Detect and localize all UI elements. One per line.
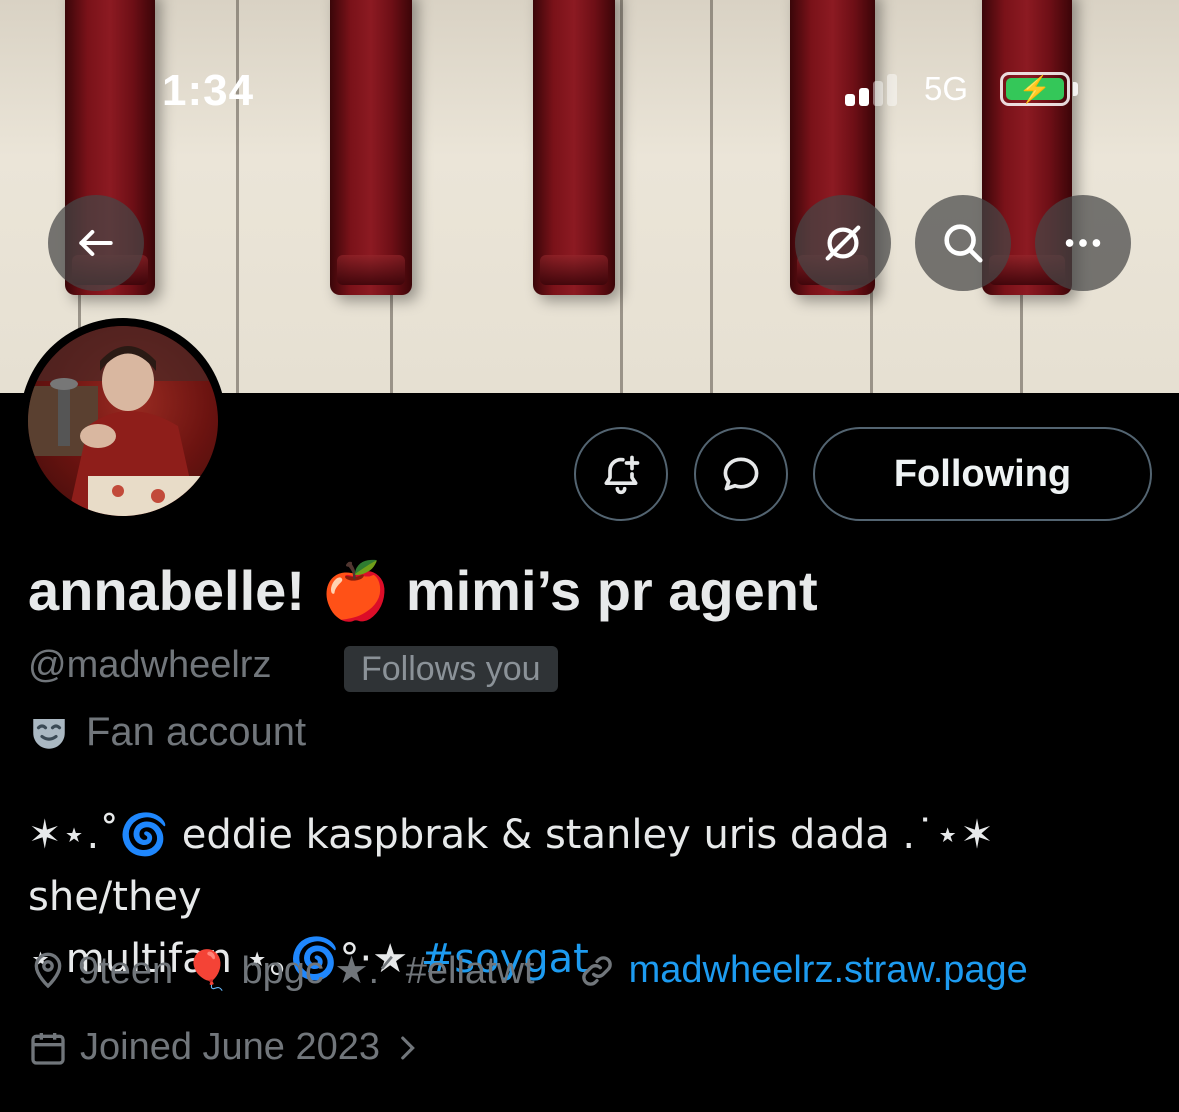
- category-label: Fan account: [86, 710, 307, 754]
- username-handle: @madwheelrz: [28, 644, 272, 686]
- piano-black-key: [330, 0, 412, 295]
- website-link[interactable]: madwheelrz.straw.page: [629, 949, 1028, 992]
- back-button[interactable]: [48, 195, 144, 291]
- battery-icon: ⚡: [1000, 72, 1070, 106]
- piano-black-key: [533, 0, 615, 295]
- link-icon: [581, 955, 612, 986]
- battery-tip: [1073, 82, 1078, 96]
- piano-key-gap: [620, 0, 623, 393]
- bio-line-1: ✶⋆.˚🌀 eddie kaspbrak & stanley uris dada…: [28, 812, 994, 920]
- search-icon: [944, 224, 983, 263]
- chevron-right-icon: [401, 1036, 415, 1059]
- joined-date: Joined June 2023: [80, 1026, 381, 1068]
- location-text: 9teen 🎈 bpgc ★.ᐟ #ellatwt: [78, 950, 535, 992]
- piano-key-gap: [710, 0, 713, 393]
- avatar-image: [28, 326, 218, 516]
- status-time: 1:34: [162, 66, 255, 115]
- following-button[interactable]: Following: [813, 427, 1152, 521]
- apple-emoji: 🍎: [320, 559, 391, 622]
- notify-button[interactable]: [574, 427, 668, 521]
- arrow-left-icon: [79, 229, 113, 257]
- follows-you-badge: Follows you: [344, 646, 558, 692]
- more-button[interactable]: [1035, 195, 1131, 291]
- joined-date-row[interactable]: Joined June 2023: [28, 1026, 424, 1069]
- slashed-circle-icon: [825, 225, 861, 261]
- account-category: Fan account: [28, 710, 306, 755]
- bell-plus-icon: [604, 455, 640, 495]
- profile-meta: 9teen 🎈 bpgc ★.ᐟ #ellatwt madwheelrz.str…: [28, 948, 1028, 993]
- piano-key-gap: [236, 0, 239, 393]
- search-button[interactable]: [915, 195, 1011, 291]
- display-name-part1: annabelle!: [28, 559, 305, 622]
- avatar[interactable]: [20, 318, 226, 524]
- signal-icon: [845, 74, 903, 106]
- location-pin-icon: [34, 952, 62, 988]
- chat-bubble-icon: [723, 457, 759, 491]
- mask-icon: [33, 718, 65, 749]
- network-type: 5G: [924, 70, 969, 107]
- more-horizontal-icon: [1065, 239, 1101, 247]
- message-button[interactable]: [694, 427, 788, 521]
- calendar-icon: [31, 1032, 65, 1065]
- display-name-part2: mimi’s pr agent: [405, 559, 818, 622]
- grok-button[interactable]: [795, 195, 891, 291]
- display-name: annabelle! 🍎 mimi’s pr agent: [28, 558, 818, 624]
